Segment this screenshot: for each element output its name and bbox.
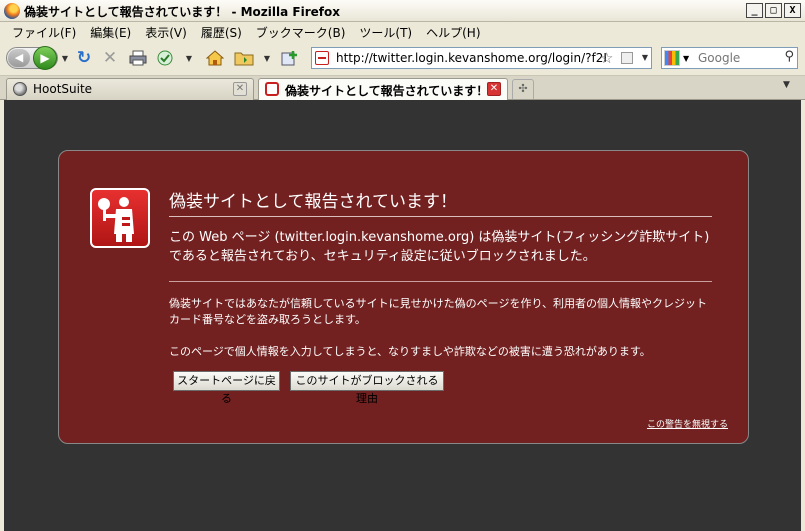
url-bar[interactable]: http://twitter.login.kevanshome.org/logi… [311, 47, 652, 69]
window-title: 偽装サイトとして報告されています！ - Mozilla Firefox [24, 5, 340, 19]
menu-view[interactable]: 表示(V) [139, 22, 195, 42]
phishing-warning-panel: 偽装サイトとして報告されています！ この Web ページ (twitter.lo… [58, 150, 749, 444]
star-icon[interactable]: ☆ [600, 49, 613, 67]
warning-title: 偽装サイトとして報告されています！ [169, 187, 712, 217]
addon-dropdown-icon[interactable]: ▼ [184, 47, 194, 69]
menu-file[interactable]: ファイル(F) [6, 22, 84, 42]
minimize-button[interactable]: _ [746, 3, 763, 18]
ignore-warning-link[interactable]: この警告を無視する [647, 417, 728, 430]
search-box: ▼ ⚲ [661, 47, 798, 69]
menu-tools[interactable]: ツール(T) [353, 22, 420, 42]
back-forward-group: ◀ ▶ [6, 46, 58, 70]
navigation-toolbar: ◀ ▶ ▼ ↻ ✕ ▼ ▼ http://twitter.login.kevan… [0, 42, 805, 76]
bookmark-dropdown-icon[interactable]: ▼ [262, 47, 272, 69]
forward-button[interactable]: ▶ [33, 46, 57, 70]
search-input[interactable] [698, 50, 778, 66]
search-icon[interactable]: ⚲ [784, 49, 794, 64]
window-title-bar: 偽装サイトとして報告されています！ - Mozilla Firefox _ □ … [0, 0, 805, 22]
warning-summary: この Web ページ (twitter.login.kevanshome.org… [169, 230, 710, 264]
tab-bar: HootSuite ✕ 偽装サイトとして報告されています！ ✕ ✣ ▼ [0, 76, 805, 101]
warning-detail-2: このページで個人情報を入力してしまうと、なりすましや詐欺などの被害に遭う恐れがあ… [169, 345, 651, 358]
firefox-icon [4, 3, 20, 19]
bookmark-folder-icon[interactable] [233, 47, 255, 69]
maximize-button[interactable]: □ [765, 3, 782, 18]
why-blocked-button[interactable]: このサイトがブロックされる理由 [290, 371, 444, 405]
tab-label: HootSuite [33, 82, 93, 96]
home-icon[interactable] [205, 47, 225, 69]
rss-feed-icon[interactable] [621, 52, 633, 64]
close-button[interactable]: X [784, 3, 801, 18]
tab-close-icon[interactable]: ✕ [233, 82, 247, 96]
search-engine-dropdown-icon[interactable]: ▼ [683, 54, 689, 63]
warning-detail-1: 偽装サイトではあなたが信頼しているサイトに見せかけた偽のページを作り、利用者の個… [169, 297, 708, 326]
url-dropdown-icon[interactable]: ▼ [642, 53, 648, 62]
menu-history[interactable]: 履歴(S) [195, 22, 250, 42]
tab-list-dropdown-icon[interactable]: ▼ [783, 80, 790, 90]
tab-close-icon[interactable]: ✕ [487, 82, 501, 96]
stop-icon[interactable]: ✕ [100, 47, 120, 69]
reload-icon[interactable]: ↻ [74, 47, 94, 69]
print-icon[interactable] [128, 47, 148, 69]
window-controls: _ □ X [746, 3, 801, 18]
menu-edit[interactable]: 編集(E) [84, 22, 139, 42]
menu-help[interactable]: ヘルプ(H) [420, 22, 488, 42]
back-button[interactable]: ◀ [8, 49, 30, 67]
police-badge-icon [90, 188, 150, 248]
google-icon[interactable] [664, 50, 680, 66]
menu-bookmarks[interactable]: ブックマーク(B) [250, 22, 354, 42]
go-home-button[interactable]: スタートページに戻る [173, 371, 280, 405]
blocked-site-icon [315, 51, 329, 65]
new-tab-button[interactable]: ✣ [512, 79, 534, 99]
menu-bar: ファイル(F) 編集(E) 表示(V) 履歴(S) ブックマーク(B) ツール(… [0, 22, 805, 42]
history-dropdown-icon[interactable]: ▼ [60, 47, 70, 69]
blocked-tab-icon [265, 82, 279, 96]
tab-label: 偽装サイトとして報告されています！ [285, 84, 489, 98]
tab-hootsuite[interactable]: HootSuite ✕ [6, 78, 254, 100]
add-tab-icon[interactable] [279, 47, 301, 69]
tab-warning[interactable]: 偽装サイトとして報告されています！ ✕ [258, 78, 508, 101]
hootsuite-icon [13, 82, 27, 96]
url-text[interactable]: http://twitter.login.kevanshome.org/logi… [336, 51, 606, 65]
divider [169, 281, 712, 282]
addon-icon[interactable] [154, 47, 176, 69]
page-content: 偽装サイトとして報告されています！ この Web ページ (twitter.lo… [4, 100, 801, 531]
